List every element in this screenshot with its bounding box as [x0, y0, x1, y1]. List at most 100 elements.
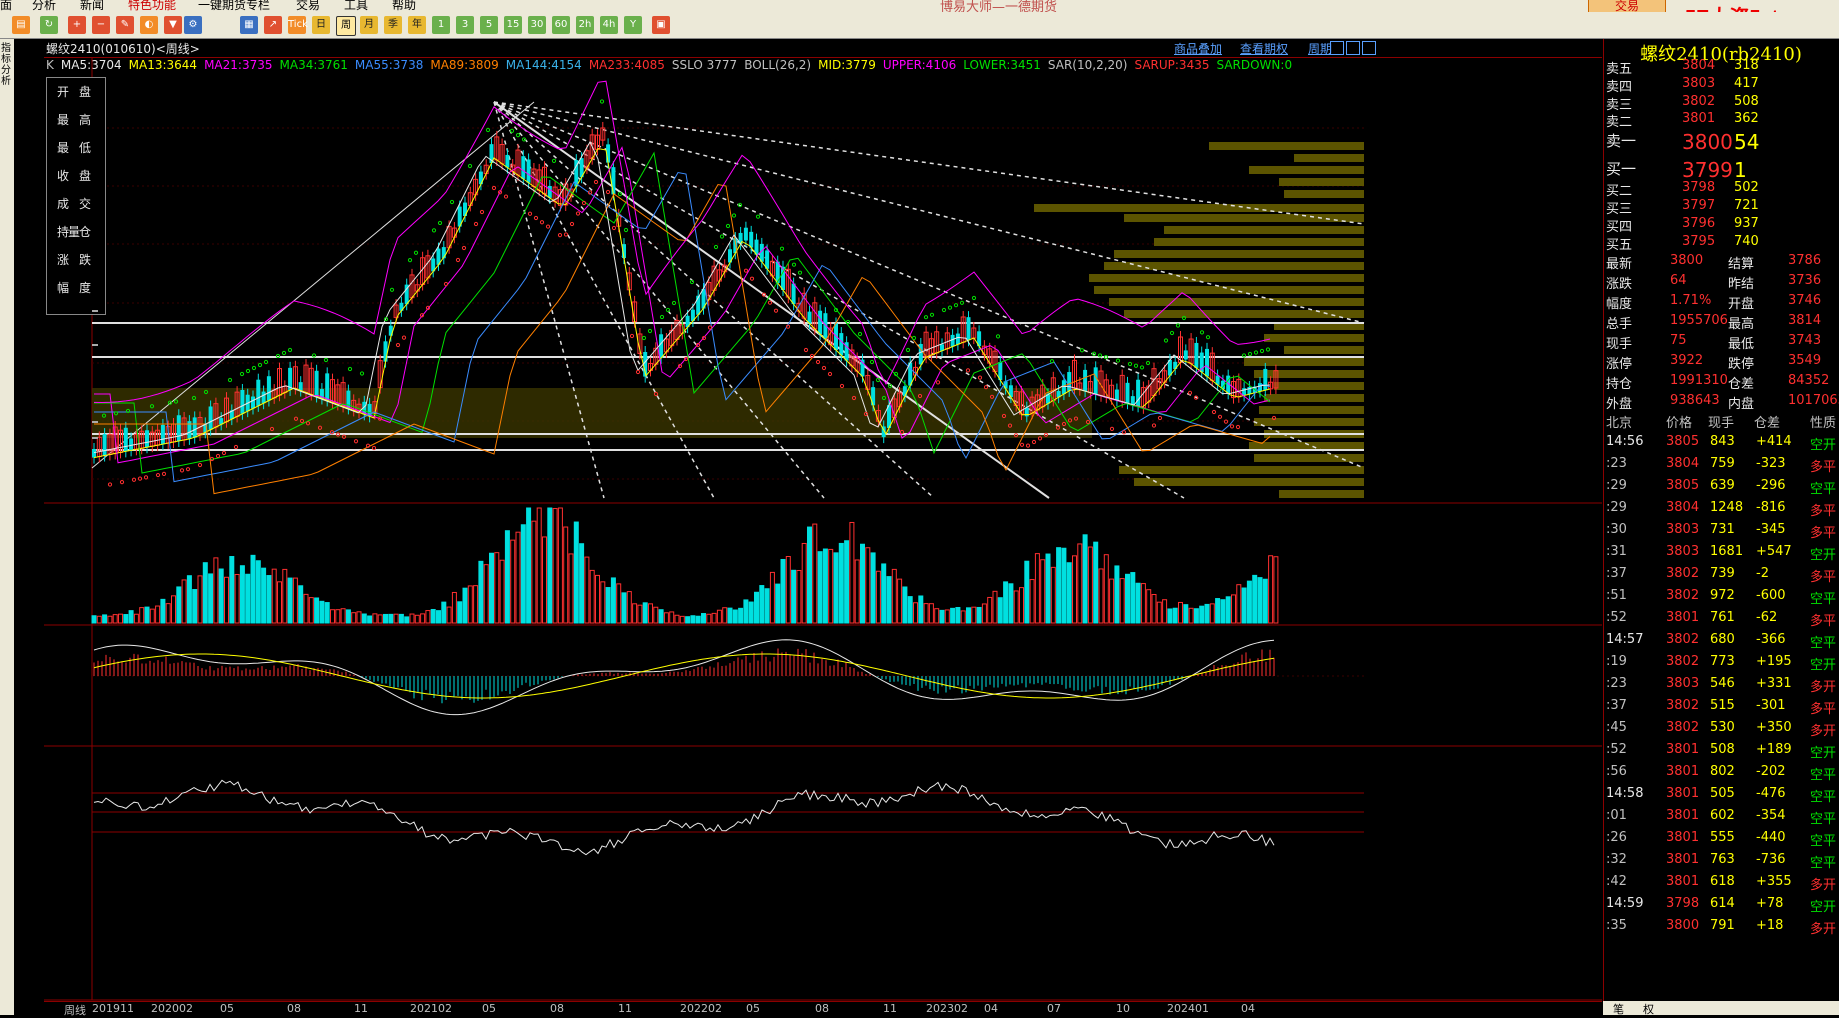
- tick-oi-change: +195: [1756, 654, 1792, 669]
- volume-bar: [759, 585, 765, 624]
- menu-item-trade[interactable]: 交易: [296, 0, 320, 12]
- menu-item-tools[interactable]: 工具: [344, 0, 368, 12]
- menu-item-analysis[interactable]: 分析: [32, 0, 56, 12]
- tick-time: :26: [1606, 830, 1627, 845]
- sar-dot: [911, 335, 917, 341]
- tick-qty: 791: [1710, 918, 1735, 933]
- period-y-button[interactable]: Y: [624, 16, 642, 34]
- sar-dot: [473, 221, 479, 227]
- tick-oi-change: -476: [1756, 786, 1786, 801]
- time-axis-tick: 04: [1241, 1002, 1255, 1015]
- sar-dot: [311, 353, 317, 358]
- view-options-link[interactable]: 查看期权: [1240, 40, 1288, 57]
- trade-button[interactable]: 交易: [1588, 0, 1666, 12]
- period-4h-button[interactable]: 4h: [600, 16, 618, 34]
- palette-icon[interactable]: ◐: [140, 16, 158, 34]
- period-30min-button[interactable]: 30: [528, 16, 546, 34]
- menu-item-futures-column[interactable]: 一键期货专栏: [198, 0, 270, 12]
- volume-bar: [1093, 541, 1099, 624]
- tick-price: 3802: [1666, 566, 1700, 581]
- table-icon[interactable]: ▦: [240, 16, 258, 34]
- volume-bar: [1024, 560, 1030, 624]
- stat-label: 涨停: [1606, 357, 1633, 372]
- left-side-tab[interactable]: 指标分析: [0, 39, 14, 1015]
- zoom-out-icon[interactable]: −: [92, 16, 110, 34]
- refresh-icon[interactable]: ↻: [40, 16, 58, 34]
- menu-item-features[interactable]: 特色功能: [128, 0, 176, 12]
- period-15min-button[interactable]: 15: [504, 16, 522, 34]
- period-3min-button[interactable]: 3: [456, 16, 474, 34]
- period-2h-button[interactable]: 2h: [576, 16, 594, 34]
- volume-bar: [812, 523, 818, 624]
- tick-type: 空平: [1810, 790, 1837, 805]
- period-week-button[interactable]: 周: [336, 16, 356, 36]
- window-layout-icon[interactable]: [1346, 41, 1360, 55]
- period-year-button[interactable]: 年: [408, 16, 426, 34]
- volume-profile-bar: [1104, 262, 1364, 270]
- info-box-label: 最高: [56, 113, 101, 127]
- period-1min-button[interactable]: 1: [432, 16, 450, 34]
- tick-oi-change: -366: [1756, 632, 1786, 647]
- volume-bar: [748, 601, 754, 624]
- volume-bar: [504, 530, 510, 624]
- period-day-button[interactable]: 日: [312, 16, 330, 34]
- calculator-icon[interactable]: ▣: [652, 16, 670, 34]
- sar-dot: [1031, 439, 1037, 445]
- sar-dot: [767, 300, 773, 305]
- sar-dot: [461, 245, 467, 251]
- period-link[interactable]: 周期: [1308, 40, 1332, 57]
- info-box-label: 涨跌: [56, 253, 101, 267]
- tick-row: :37 3802 739 -2 多平: [1606, 566, 1838, 586]
- sar-dot: [1223, 419, 1229, 424]
- sar-dot: [983, 385, 989, 390]
- tick-oi-change: +189: [1756, 742, 1792, 757]
- draw-tool-icon[interactable]: ✎: [116, 16, 134, 34]
- tick-price: 3802: [1666, 632, 1700, 647]
- tick-row: :23 3803 546 +331 多开: [1606, 676, 1838, 696]
- time-axis-tick: 07: [1047, 1002, 1061, 1015]
- sar-dot: [215, 453, 221, 459]
- volume-bar: [457, 601, 463, 624]
- volume-bar: [838, 542, 844, 624]
- overlay-commodity-link[interactable]: 商品叠加: [1174, 40, 1222, 57]
- tick-qty: 680: [1710, 632, 1735, 647]
- volume-bar: [754, 591, 759, 624]
- tick-row: :32 3801 763 -736 空平: [1606, 852, 1838, 872]
- volume-bar: [202, 562, 208, 624]
- filter-icon[interactable]: ▼: [164, 16, 182, 34]
- sar-dot: [1025, 443, 1031, 448]
- bid-level-label: 买四: [1606, 220, 1633, 235]
- menu-item-help[interactable]: 帮助: [392, 0, 416, 12]
- tick-oi-change: -2: [1756, 566, 1769, 581]
- period-quarter-button[interactable]: 季: [384, 16, 402, 34]
- kline-chart[interactable]: [44, 58, 1602, 1001]
- sar-dot: [707, 325, 713, 330]
- volume-bar: [277, 581, 282, 624]
- volume-bar: [913, 602, 918, 624]
- window-layout-icon[interactable]: [1362, 41, 1376, 55]
- period-month-button[interactable]: 月: [360, 16, 378, 34]
- menu-item-news[interactable]: 新闻: [80, 0, 104, 12]
- period-5min-button[interactable]: 5: [480, 16, 498, 34]
- folder-icon[interactable]: ▤: [12, 16, 30, 34]
- volume-bar: [425, 610, 431, 624]
- zoom-in-icon[interactable]: +: [68, 16, 86, 34]
- sar-dot: [485, 127, 491, 133]
- sar-dot: [551, 158, 557, 163]
- line-chart-icon[interactable]: ↗: [264, 16, 282, 34]
- sar-dot: [395, 342, 401, 348]
- sar-dot: [791, 262, 797, 267]
- period-tick-button[interactable]: Tick: [288, 16, 308, 34]
- bid-price: 3798: [1682, 180, 1716, 195]
- sar-dot: [1037, 436, 1043, 441]
- sar-dot: [893, 371, 899, 377]
- menu-item-fragment[interactable]: 面: [0, 0, 12, 12]
- window-layout-icon[interactable]: [1330, 41, 1344, 55]
- tick-oi-change: -816: [1756, 500, 1786, 515]
- volume-bar: [1087, 546, 1093, 624]
- sar-dot: [437, 220, 443, 226]
- sar-dot: [641, 335, 647, 341]
- settings-icon[interactable]: ⚙: [184, 16, 202, 34]
- period-60min-button[interactable]: 60: [552, 16, 570, 34]
- sar-dot: [1151, 423, 1157, 428]
